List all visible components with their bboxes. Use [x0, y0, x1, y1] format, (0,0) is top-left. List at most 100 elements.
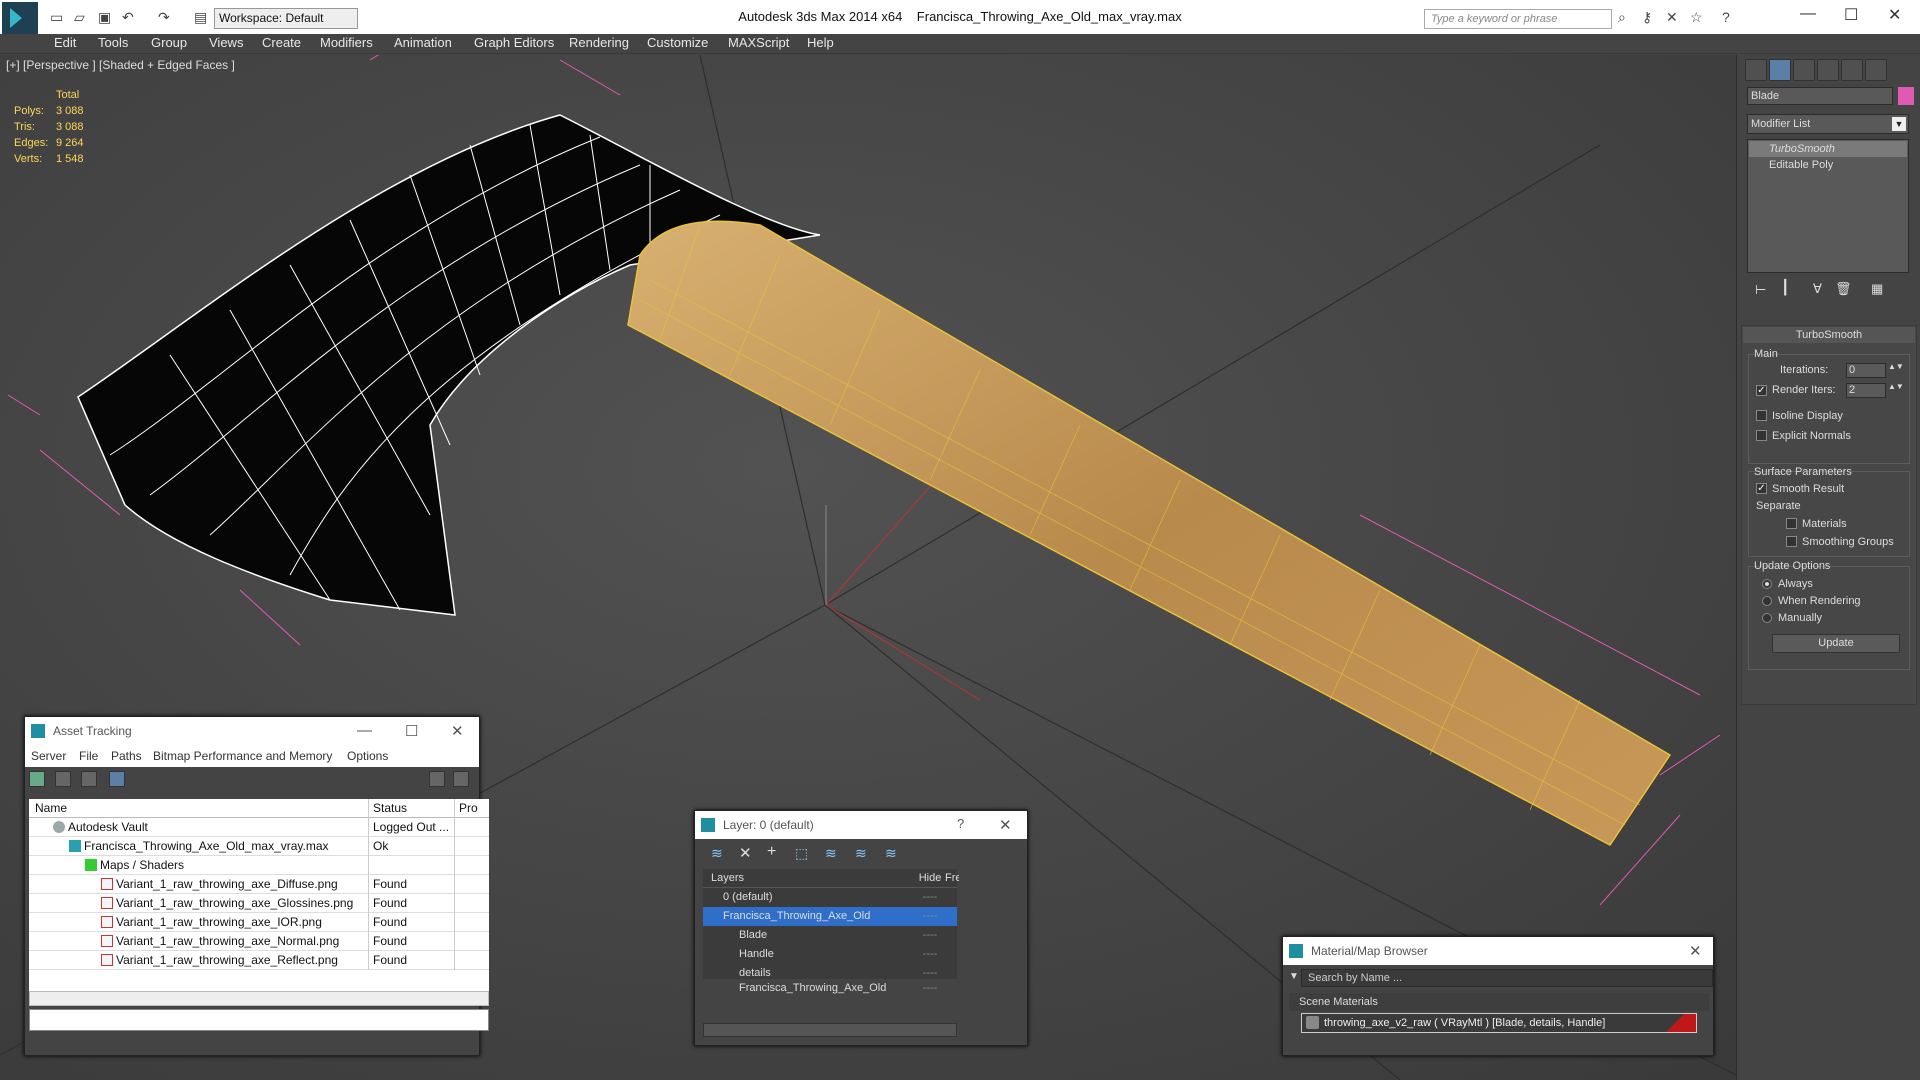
layer-row[interactable]: 0 (default) ---- [703, 888, 957, 907]
menu-create[interactable]: Create [262, 35, 301, 50]
render-iters-spinner[interactable]: 2 [1846, 383, 1886, 398]
render-iters-checkbox[interactable]: ✓ [1756, 385, 1767, 396]
material-item[interactable]: throwing_axe_v2_raw ( VRayMtl ) [Blade, … [1301, 1013, 1697, 1033]
search-input[interactable]: Type a keyword or phrase [1424, 9, 1612, 29]
object-name-field[interactable]: Blade [1747, 87, 1893, 105]
show-end-result-icon[interactable]: ┃ [1781, 279, 1789, 296]
settings-icon[interactable] [453, 771, 469, 787]
table-row[interactable]: Variant_1_raw_throwing_axe_Reflect.png F… [29, 951, 489, 970]
table-row[interactable]: Variant_1_raw_throwing_axe_Diffuse.png F… [29, 875, 489, 894]
tools-icon[interactable]: ✕ [1666, 9, 1678, 26]
menu-paths[interactable]: Paths [111, 749, 142, 763]
close-icon[interactable]: ✕ [451, 722, 464, 740]
create-tab-icon[interactable] [1745, 59, 1767, 81]
menu-modifiers[interactable]: Modifiers [320, 35, 373, 50]
menu-bitmap-performance[interactable]: Bitmap Performance and Memory [153, 749, 332, 763]
spinner-arrows-icon[interactable]: ▲▼ [1888, 382, 1904, 391]
menu-help[interactable]: Help [807, 35, 834, 50]
menu-graph-editors[interactable]: Graph Editors [474, 35, 554, 50]
star-icon[interactable]: ☆ [1690, 9, 1703, 26]
hide-toggle[interactable]: ---- [915, 907, 945, 926]
layer-row-selected[interactable]: Francisca_Throwing_Axe_Old ---- [703, 907, 957, 926]
materials-checkbox[interactable] [1786, 518, 1797, 529]
explicit-normals-checkbox[interactable] [1756, 430, 1767, 441]
close-icon[interactable]: ✕ [999, 816, 1012, 834]
stack-item-editable-poly[interactable]: Editable Poly [1749, 157, 1907, 173]
list-view-icon[interactable] [55, 771, 71, 787]
menu-maxscript[interactable]: MAXScript [728, 35, 789, 50]
help-icon[interactable]: ? [957, 816, 964, 831]
scene-materials-group[interactable]: Scene Materials [1289, 993, 1709, 1011]
maximize-icon[interactable]: ☐ [1844, 5, 1858, 25]
menu-animation[interactable]: Animation [394, 35, 452, 50]
column-status[interactable]: Status [369, 799, 455, 818]
column-name[interactable]: Name [29, 799, 369, 818]
binoculars-icon[interactable]: ⌕ [1618, 9, 1626, 26]
table-row[interactable]: Maps / Shaders [29, 856, 489, 875]
smoothing-groups-checkbox[interactable] [1786, 536, 1797, 547]
hide-toggle[interactable]: ---- [915, 888, 945, 907]
menu-tools[interactable]: Tools [98, 35, 128, 50]
iterations-spinner[interactable]: 0 [1846, 363, 1886, 378]
viewport-label[interactable]: [+] [Perspective ] [Shaded + Edged Faces… [6, 58, 235, 72]
layer-title-bar[interactable]: Layer: 0 (default) [695, 811, 1027, 839]
table-row[interactable]: Francisca_Throwing_Axe_Old_max_vray.max … [29, 837, 489, 856]
pin-stack-icon[interactable]: ⊢ [1755, 282, 1766, 298]
minimize-icon[interactable]: — [357, 722, 372, 739]
create-layer-icon[interactable]: ≋ [711, 845, 723, 862]
when-rendering-radio[interactable] [1762, 596, 1772, 606]
layer-row[interactable]: Blade ---- [703, 926, 957, 945]
smooth-result-checkbox[interactable]: ✓ [1756, 483, 1767, 494]
isoline-display-checkbox[interactable] [1756, 410, 1767, 421]
select-objects-icon[interactable]: ⬚ [795, 845, 808, 862]
turbosmooth-rollout-header[interactable]: TurboSmooth [1743, 327, 1915, 343]
hide-all-layers-icon[interactable]: ≋ [855, 845, 867, 862]
table-view-icon[interactable] [109, 771, 125, 787]
table-row[interactable]: Variant_1_raw_throwing_axe_IOR.png Found [29, 913, 489, 932]
add-to-layer-icon[interactable]: + [767, 843, 776, 861]
menu-views[interactable]: Views [209, 35, 243, 50]
horizontal-scrollbar[interactable] [29, 991, 489, 1006]
motion-tab-icon[interactable] [1817, 59, 1839, 81]
close-icon[interactable]: ✕ [1689, 942, 1702, 960]
column-layers[interactable]: Layers [703, 869, 915, 888]
make-unique-icon[interactable]: ∀ [1813, 281, 1822, 297]
minimize-icon[interactable]: — [1800, 5, 1816, 23]
modify-tab-icon[interactable] [1769, 59, 1791, 81]
update-button[interactable]: Update [1772, 634, 1900, 653]
help-icon[interactable] [429, 771, 445, 787]
menu-group[interactable]: Group [151, 35, 187, 50]
table-row[interactable]: Variant_1_raw_throwing_axe_Normal.png Fo… [29, 932, 489, 951]
modifier-list-dropdown[interactable]: Modifier List ▼ [1747, 114, 1909, 134]
horizontal-scrollbar[interactable] [703, 1023, 957, 1037]
hide-toggle[interactable]: ---- [915, 945, 945, 964]
column-pro[interactable]: Pro [455, 799, 489, 818]
menu-customize[interactable]: Customize [647, 35, 708, 50]
menu-server[interactable]: Server [31, 749, 66, 763]
close-icon[interactable]: ✕ [1888, 5, 1901, 25]
layer-row[interactable]: details ---- [703, 964, 957, 979]
layer-row[interactable]: Francisca_Throwing_Axe_Old ---- [703, 979, 957, 998]
column-hide[interactable]: Hide [915, 869, 945, 888]
delete-layer-icon[interactable]: ✕ [739, 844, 752, 862]
table-row[interactable]: Autodesk Vault Logged Out ... [29, 818, 489, 837]
configure-sets-icon[interactable]: ▦ [1871, 281, 1883, 297]
freeze-all-layers-icon[interactable]: ≋ [885, 845, 897, 862]
hierarchy-tab-icon[interactable] [1793, 59, 1815, 81]
hide-toggle[interactable]: ---- [915, 926, 945, 945]
hide-toggle[interactable]: ---- [915, 964, 945, 979]
remove-modifier-icon[interactable]: 🗑 [1835, 281, 1852, 297]
display-tab-icon[interactable] [1841, 59, 1863, 81]
menu-rendering[interactable]: Rendering [569, 35, 629, 50]
browser-options-icon[interactable]: ▼ [1289, 971, 1299, 982]
highlight-layer-icon[interactable]: ≋ [825, 845, 837, 862]
object-color-swatch[interactable] [1898, 87, 1914, 105]
refresh-icon[interactable] [29, 771, 45, 787]
manually-radio[interactable] [1762, 613, 1772, 623]
menu-options[interactable]: Options [347, 749, 388, 763]
column-freeze[interactable]: Freeze [945, 869, 959, 888]
thumbnail-view-icon[interactable] [81, 771, 97, 787]
help-icon[interactable]: ? [1722, 9, 1730, 25]
menu-file[interactable]: File [79, 749, 98, 763]
utilities-tab-icon[interactable] [1865, 59, 1887, 81]
